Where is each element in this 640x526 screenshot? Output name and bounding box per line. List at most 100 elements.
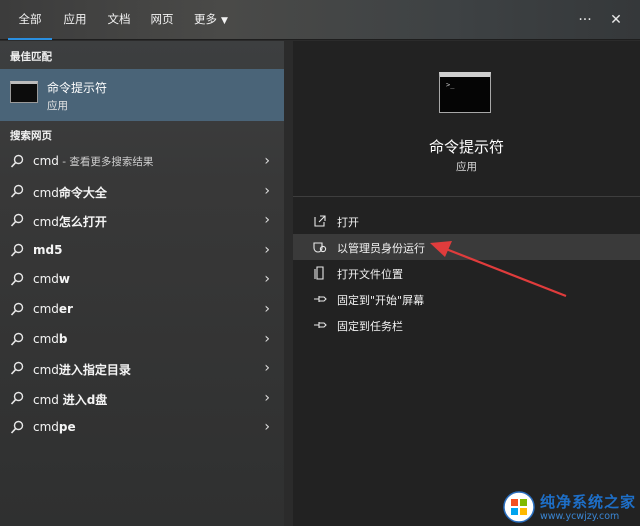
web-result-text: cmdb (33, 332, 68, 346)
more-options-icon[interactable]: ··· (575, 10, 595, 30)
tab-web[interactable]: 网页 (142, 0, 182, 40)
chevron-right-icon[interactable]: › (264, 212, 270, 228)
results-pane: 最佳匹配 命令提示符 应用 搜索网页 cmd - 查看更多搜索结果 › cmd命令大… (0, 41, 284, 526)
search-icon (10, 213, 24, 227)
action-label: 以管理员身份运行 (337, 242, 425, 255)
search-icon (10, 421, 24, 434)
search-icon (10, 273, 24, 286)
watermark-name: 纯净系统之家 (540, 493, 637, 511)
query-suggestion: 进入d盘 (62, 392, 108, 407)
pin-icon (314, 296, 327, 302)
web-result-text: cmder (33, 302, 73, 316)
query-prefix: cmd (33, 331, 59, 346)
web-result-item[interactable]: cmd 进入d盘 › (0, 385, 284, 414)
chevron-down-icon: ▼ (221, 16, 228, 26)
query-prefix: cmd (33, 154, 59, 168)
chevron-right-icon[interactable]: › (264, 153, 270, 169)
windows-logo-icon (503, 491, 535, 523)
web-result-item[interactable]: cmd命令大全 › (0, 178, 284, 207)
query-prefix: cmd (33, 215, 59, 230)
chevron-right-icon[interactable]: › (264, 390, 270, 406)
command-prompt-icon (10, 81, 38, 103)
query-prefix: cmd (33, 302, 59, 316)
chevron-right-icon[interactable]: › (264, 331, 270, 347)
action-label: 固定到任务栏 (337, 320, 403, 333)
web-result-text: cmdpe (33, 420, 76, 434)
query-suggestion: 怎么打开 (58, 215, 107, 230)
divider (293, 196, 640, 197)
shield-icon (313, 242, 327, 253)
action-open[interactable]: 打开 (293, 208, 640, 234)
web-result-item[interactable]: cmdw › (0, 266, 284, 295)
search-icon (10, 154, 24, 168)
web-result-text: cmdw (33, 272, 70, 286)
query-suggestion: 命令大全 (58, 185, 107, 200)
search-icon (10, 184, 24, 198)
pin-icon (314, 322, 327, 328)
action-run-as-admin[interactable]: 以管理员身份运行 (293, 234, 640, 260)
web-result-text: cmd 进入d盘 (33, 391, 107, 408)
web-result-text: cmd怎么打开 (33, 213, 107, 230)
query-prefix: cmd (33, 185, 59, 200)
chevron-right-icon[interactable]: › (264, 242, 270, 258)
web-result-text: cmd命令大全 (33, 184, 107, 201)
query-suggestion: pe (58, 420, 76, 435)
query-suggestion: b (58, 331, 68, 346)
detail-pane: >_ 命令提示符 应用 打开 以管理员身份运行 打开文件位置 固定到"开始"屏幕 (293, 41, 640, 526)
tab-more[interactable]: 更多 ▼ (186, 0, 236, 40)
query-prefix: cmd (33, 363, 59, 378)
web-result-item[interactable]: cmd - 查看更多搜索结果 › (0, 148, 284, 177)
web-result-text: cmd进入指定目录 (33, 361, 131, 378)
web-result-item[interactable]: md5 › (0, 237, 284, 266)
query-suggestion: er (58, 302, 73, 316)
query-suggestion: w (58, 272, 70, 287)
search-icon (10, 302, 24, 316)
file-location-icon (314, 266, 324, 280)
chevron-right-icon[interactable]: › (264, 419, 270, 435)
query-hint: - 查看更多搜索结果 (58, 156, 154, 168)
watermark-url: www.ycwjzy.com (540, 511, 620, 522)
chevron-right-icon[interactable]: › (264, 271, 270, 287)
action-label: 固定到"开始"屏幕 (337, 294, 425, 307)
watermark: 纯净系统之家 www.ycwjzy.com (498, 488, 640, 526)
tab-all[interactable]: 全部 (8, 0, 52, 40)
search-icon (10, 391, 24, 405)
chevron-right-icon[interactable]: › (264, 183, 270, 199)
detail-type: 应用 (456, 161, 477, 173)
best-match-heading: 最佳匹配 (10, 51, 52, 63)
search-filter-bar: 全部 应用 文档 网页 更多 ▼ ··· ✕ (0, 0, 640, 40)
chevron-right-icon[interactable]: › (264, 301, 270, 317)
web-result-item[interactable]: cmdb › (0, 326, 284, 355)
web-result-item[interactable]: cmdpe › (0, 414, 284, 443)
action-label: 打开 (337, 216, 359, 229)
query-prefix: cmd (33, 420, 59, 435)
web-result-text: md5 (33, 243, 62, 257)
search-icon (10, 243, 24, 257)
query-suggestion: md5 (33, 242, 63, 257)
detail-title: 命令提示符 (428, 138, 504, 156)
open-icon (314, 215, 326, 227)
command-prompt-large-icon: >_ (439, 72, 491, 113)
query-prefix: cmd (33, 392, 63, 407)
chevron-right-icon[interactable]: › (264, 360, 270, 376)
best-match-item[interactable]: 命令提示符 应用 (0, 69, 284, 121)
search-icon (10, 332, 24, 346)
search-icon (10, 361, 24, 375)
query-prefix: cmd (33, 272, 59, 287)
tab-apps[interactable]: 应用 (54, 0, 96, 40)
query-suggestion: 进入指定目录 (58, 363, 131, 378)
best-match-type: 应用 (47, 100, 68, 112)
close-icon[interactable]: ✕ (606, 10, 626, 30)
web-result-item[interactable]: cmd进入指定目录 › (0, 355, 284, 384)
web-result-item[interactable]: cmd怎么打开 › (0, 207, 284, 236)
action-open-file-location[interactable]: 打开文件位置 (293, 260, 640, 286)
best-match-name: 命令提示符 (47, 81, 108, 95)
web-search-heading: 搜索网页 (10, 130, 52, 142)
tab-documents[interactable]: 文档 (98, 0, 140, 40)
action-label: 打开文件位置 (337, 268, 403, 281)
tab-more-label: 更多 (194, 12, 218, 26)
action-pin-to-taskbar[interactable]: 固定到任务栏 (293, 312, 640, 338)
web-result-item[interactable]: cmder › (0, 296, 284, 325)
action-pin-to-start[interactable]: 固定到"开始"屏幕 (293, 286, 640, 312)
web-result-text: cmd - 查看更多搜索结果 (33, 154, 153, 169)
